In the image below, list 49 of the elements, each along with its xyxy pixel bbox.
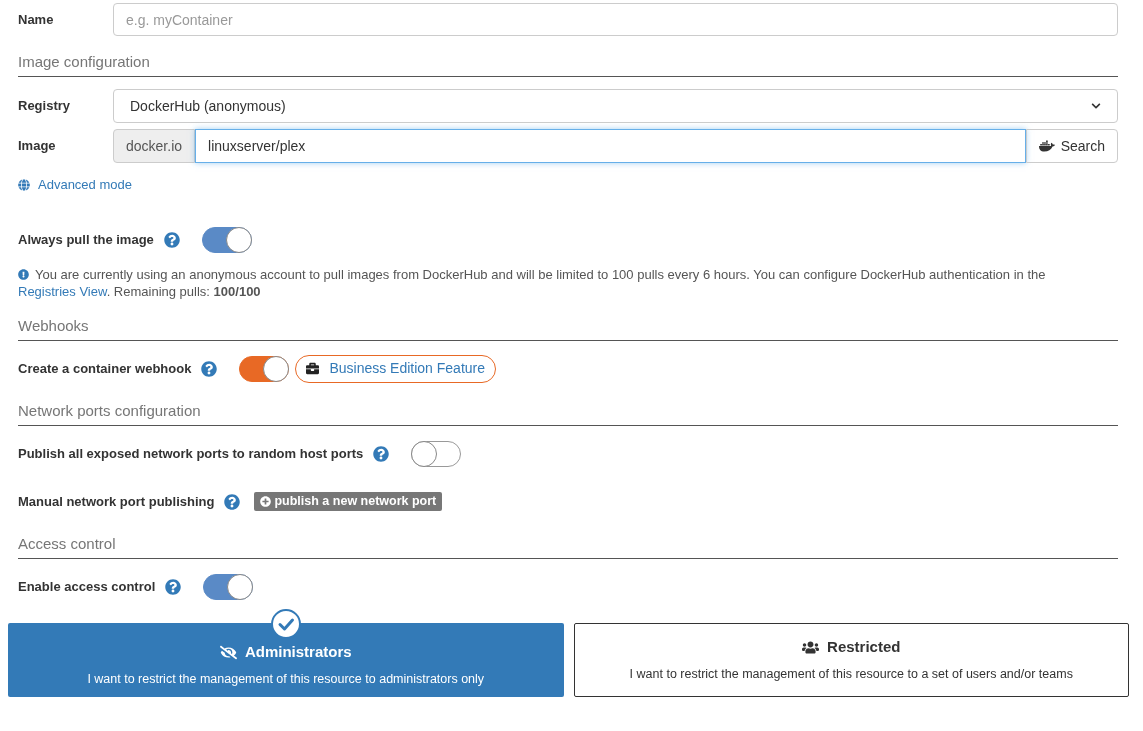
help-icon (201, 360, 218, 377)
toggle-switch[interactable] (239, 355, 290, 382)
option-title: Administrators (244, 642, 352, 663)
field-label: Registry (18, 97, 72, 116)
plus-icon (260, 496, 272, 508)
publish-port-button[interactable]: publish a new network port (254, 492, 443, 512)
registry-prefix: docker.io (113, 129, 196, 163)
field-label: Always pull the image (18, 231, 154, 249)
option-description: I want to restrict the management of this resource to a set of users and/or teams (629, 665, 1073, 683)
section-title: Image configuration (18, 53, 150, 70)
field-label: Image (18, 137, 57, 156)
toggle-knob (263, 355, 290, 382)
toggle-knob (227, 573, 254, 600)
field-label: Create a container webhook (18, 360, 192, 378)
section-title: Webhooks (18, 316, 89, 334)
users-icon (802, 639, 820, 655)
whale-icon (1038, 138, 1055, 154)
section-title: Access control (18, 534, 116, 552)
toggle-switch[interactable] (411, 440, 462, 467)
chevron-down-icon (1091, 101, 1101, 111)
help-icon (224, 493, 241, 510)
option-title: Restricted (827, 637, 901, 658)
toggle-knob (225, 226, 252, 253)
field-label: Name (18, 10, 55, 29)
toggle-knob (411, 440, 438, 467)
help-icon (165, 578, 182, 595)
registry-select[interactable]: DockerHub (anonymous) (113, 89, 1118, 123)
registries-link[interactable]: Registries View (18, 283, 107, 299)
globe-icon (18, 178, 30, 191)
info-icon (18, 268, 29, 280)
search-button[interactable]: Search (1025, 129, 1118, 163)
access-option-card[interactable]: Restricted I want to restrict the management of this resource to a set of users and/or teams (573, 622, 1129, 697)
eye-slash-icon (219, 644, 237, 660)
field-label: Manual network port publishing (18, 493, 215, 511)
help-icon (163, 231, 180, 248)
check-icon (270, 608, 301, 639)
toggle-switch[interactable] (203, 573, 254, 600)
image-input[interactable]: linuxserver/plex (195, 129, 1026, 163)
help-icon (373, 445, 390, 462)
section-title: Network ports configuration (18, 401, 201, 419)
notice-text: You are currently using an anonymous account to pull images from DockerHub and will be limited to 100 pulls every 6 hours. You can configure DockerHub authentication in the Registries View. Remaining pulls: 100/100 (18, 265, 1047, 300)
advanced-mode-link[interactable]: Advanced mode (18, 175, 132, 195)
field-label: Enable access control (18, 578, 156, 596)
option-description: I want to restrict the management of this resource to administrators only (87, 670, 485, 688)
field-label: Publish all exposed network ports to random host ports (18, 445, 364, 463)
briefcase-icon (306, 362, 320, 376)
access-option-card[interactable]: Administrators I want to restrict the management of this resource to administrators only (8, 622, 564, 697)
name-input[interactable]: e.g. myContainer (113, 3, 1118, 36)
toggle-switch[interactable] (201, 226, 252, 253)
